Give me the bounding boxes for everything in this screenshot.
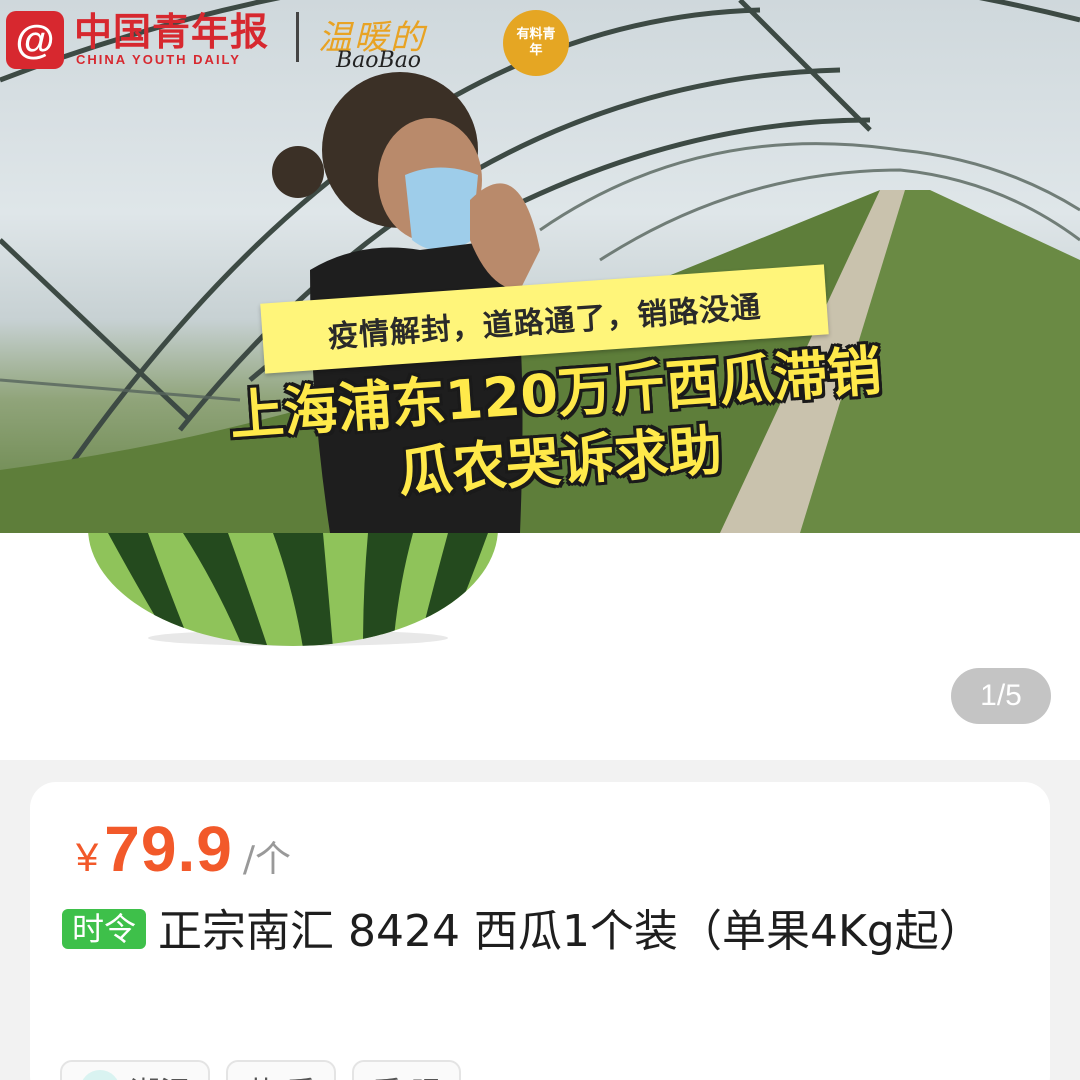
price-unit: /个 bbox=[242, 839, 291, 880]
brand-divider bbox=[296, 12, 299, 62]
price-block: ¥ 79.9 /个 bbox=[76, 812, 291, 886]
watermelon-image bbox=[88, 533, 498, 646]
china-youth-daily-logo: @ 中国青年报 CHINA YOUTH DAILY bbox=[6, 8, 269, 72]
chip-shop[interactable]: 潮泥 bbox=[60, 1060, 210, 1080]
gallery-page-indicator: 1/5 bbox=[951, 668, 1051, 724]
shop-icon bbox=[80, 1070, 120, 1080]
product-title: 正宗南汇 8424 西瓜1个装（单果4Kg起） bbox=[158, 906, 983, 957]
price-value: 79.9 bbox=[104, 813, 233, 885]
chip-quality[interactable]: 草 质 bbox=[226, 1060, 336, 1080]
service-chips: 潮泥 草 质 质 眼 bbox=[60, 1060, 462, 1080]
price-currency: ¥ bbox=[76, 836, 99, 880]
logo-mark-icon: @ bbox=[6, 11, 64, 69]
product-info-card: ¥ 79.9 /个 时令正宗南汇 8424 西瓜1个装（单果4Kg起） 潮泥 草… bbox=[30, 782, 1050, 1080]
seasonal-tag: 时令 bbox=[62, 909, 147, 949]
news-video-frame: @ 中国青年报 CHINA YOUTH DAILY 温暖的 BaoBao 有料青… bbox=[0, 0, 1080, 533]
chip-detail[interactable]: 质 眼 bbox=[351, 1060, 462, 1080]
baobao-logo: 温暖的 BaoBao bbox=[318, 18, 426, 73]
brand-name-en: CHINA YOUTH DAILY bbox=[76, 52, 241, 67]
brand-name-cn: 中国青年报 bbox=[74, 10, 270, 54]
product-title-block: 时令 正宗南汇 8424 西瓜1个装（单果4Kg起） bbox=[62, 900, 1002, 964]
youliao-badge: 有料青年 bbox=[503, 10, 569, 76]
product-image-gallery[interactable]: @ 中国青年报 CHINA YOUTH DAILY 温暖的 BaoBao 有料青… bbox=[0, 0, 1080, 760]
